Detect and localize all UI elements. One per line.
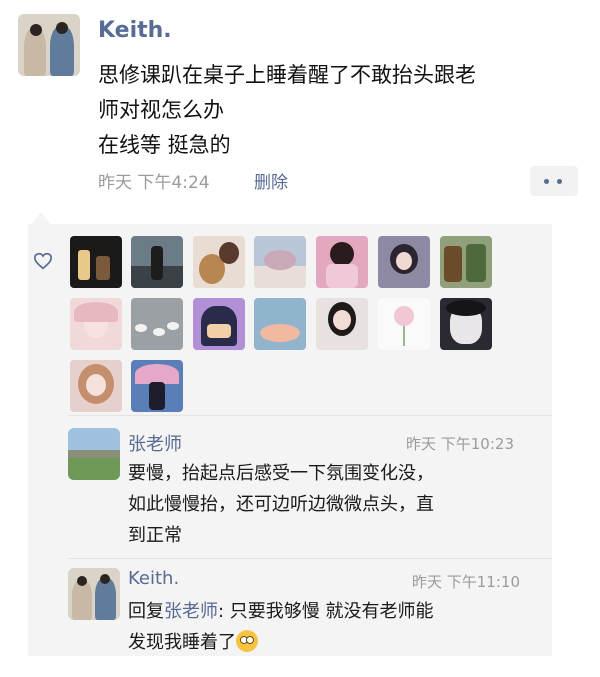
delete-button[interactable]: 删除	[254, 168, 288, 193]
liker-avatar[interactable]	[193, 298, 245, 350]
reply-prefix: 回复	[128, 601, 164, 622]
comment-author-name[interactable]: Keith.	[128, 568, 179, 589]
liker-avatar[interactable]	[316, 236, 368, 288]
liker-avatar[interactable]	[254, 236, 306, 288]
comment-timestamp: 昨天 下午11:10	[412, 573, 520, 591]
comment-text-line: : 只要我够慢 就没有老师能	[218, 601, 434, 622]
divider	[68, 558, 552, 559]
comment-text-line: 到正常	[128, 525, 182, 546]
more-button[interactable]	[530, 166, 578, 196]
post-timestamp: 昨天 下午4:24	[98, 173, 210, 193]
more-dots-icon	[544, 179, 549, 184]
heart-icon	[33, 252, 53, 270]
reply-to-link[interactable]: 张老师	[164, 601, 218, 622]
liker-avatar[interactable]	[70, 360, 122, 412]
post-text: 思修课趴在桌子上睡着醒了不敢抬头跟老 师对视怎么办 在线等 挺急的	[98, 58, 588, 163]
post-author-name[interactable]: Keith.	[98, 18, 172, 43]
liker-avatar[interactable]	[193, 236, 245, 288]
liker-avatar[interactable]	[70, 298, 122, 350]
post-author-avatar[interactable]	[18, 14, 80, 76]
comment-text-line: 如此慢慢抬，还可边听边微微点头，直	[128, 494, 434, 515]
liker-avatar[interactable]	[131, 298, 183, 350]
flushed-emoji-icon	[236, 630, 258, 652]
likes-box-caret	[32, 212, 50, 224]
liker-avatar[interactable]	[131, 360, 183, 412]
post-text-line: 师对视怎么办	[98, 98, 224, 122]
liker-avatar[interactable]	[70, 236, 122, 288]
comment-author-avatar[interactable]	[68, 428, 120, 480]
liker-avatar[interactable]	[254, 298, 306, 350]
divider	[68, 415, 552, 416]
comment-text[interactable]: 要慢，抬起点后感受一下氛围变化没， 如此慢慢抬，还可边听边微微点头，直 到正常	[128, 458, 548, 551]
comment-author-avatar[interactable]	[68, 568, 120, 620]
comment-text[interactable]: 回复张老师: 只要我够慢 就没有老师能 发现我睡着了	[128, 596, 548, 658]
liker-avatar[interactable]	[131, 236, 183, 288]
liker-avatar[interactable]	[440, 298, 492, 350]
liker-avatar[interactable]	[378, 236, 430, 288]
comment-author-name[interactable]: 张老师	[128, 430, 182, 456]
liker-avatar[interactable]	[378, 298, 430, 350]
comment-text-line: 要慢，抬起点后感受一下氛围变化没，	[128, 463, 434, 484]
comment-text-line: 发现我睡着了	[128, 632, 236, 653]
liker-avatar[interactable]	[440, 236, 492, 288]
post-text-line: 思修课趴在桌子上睡着醒了不敢抬头跟老	[98, 63, 476, 87]
comment-timestamp: 昨天 下午10:23	[406, 435, 514, 453]
post-text-line: 在线等 挺急的	[98, 133, 231, 157]
liker-avatar[interactable]	[316, 298, 368, 350]
